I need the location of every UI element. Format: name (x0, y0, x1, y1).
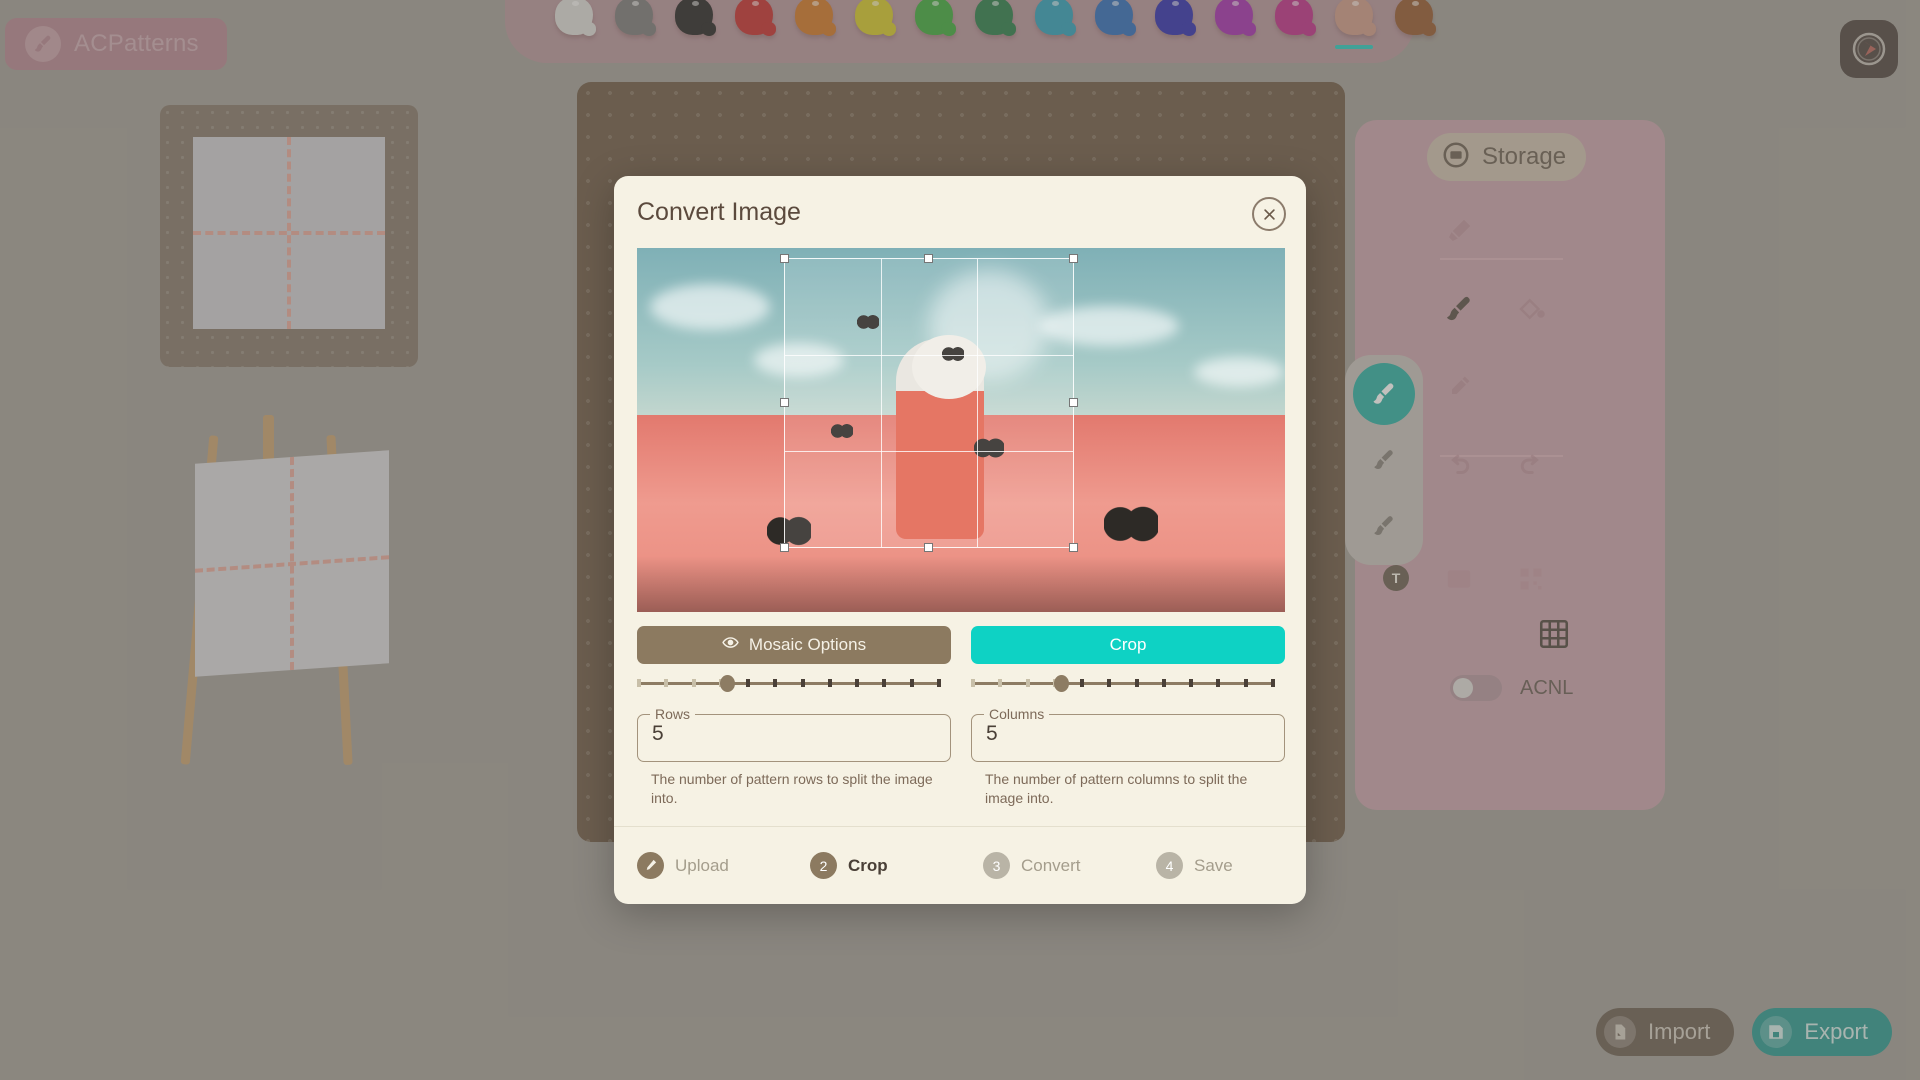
crop-gridline (785, 354, 1073, 356)
eye-icon (722, 634, 739, 656)
image-butterfly (1103, 502, 1158, 545)
slider-track (637, 682, 937, 685)
step-crop-number: 2 (810, 852, 837, 879)
mosaic-options-label: Mosaic Options (748, 635, 867, 654)
step-crop[interactable]: 2 Crop (787, 852, 960, 879)
slider-tick (998, 679, 1003, 687)
step-convert-number: 3 (983, 852, 1010, 879)
crop-handle-ne[interactable] (1069, 254, 1078, 263)
crop-handle-sw[interactable] (780, 543, 789, 552)
slider-thumb[interactable] (1054, 675, 1069, 692)
crop-gridline (976, 259, 978, 547)
crop-button[interactable]: Crop (971, 626, 1285, 664)
slider-tick (1025, 679, 1030, 687)
slider-tick (746, 679, 751, 687)
mosaic-options-button[interactable]: Mosaic Options (637, 626, 951, 664)
crop-handle-se[interactable] (1069, 543, 1078, 552)
slider-tick (773, 679, 778, 687)
slider-tick (855, 679, 860, 687)
slider-tick (882, 679, 887, 687)
crop-handle-nw[interactable] (780, 254, 789, 263)
rows-label: Rows (655, 706, 691, 722)
step-convert-label: Convert (1021, 855, 1081, 875)
slider-tick (691, 679, 696, 687)
crop-handle-w[interactable] (780, 398, 789, 407)
slider-tick (827, 679, 832, 687)
columns-field: Columns (971, 706, 1285, 762)
slider-tick (1271, 679, 1275, 687)
step-upload-label: Upload (675, 855, 729, 875)
slider-tick (1080, 679, 1085, 687)
slider-tick (1216, 679, 1221, 687)
slider-tick (664, 679, 669, 687)
slider-tick (971, 679, 975, 687)
rows-slider[interactable] (637, 672, 941, 694)
step-save[interactable]: 4 Save (1133, 852, 1306, 879)
slider-tick (637, 679, 641, 687)
slider-tick (909, 679, 914, 687)
slider-thumb[interactable] (720, 675, 735, 692)
crop-handle-s[interactable] (924, 543, 933, 552)
step-crop-label: Crop (848, 855, 888, 875)
crop-selection-mask (785, 259, 1073, 547)
step-save-number: 4 (1156, 852, 1183, 879)
convert-image-dialog: Convert Image Mosaic Options Crop Rows 5… (614, 176, 1306, 904)
crop-handle-e[interactable] (1069, 398, 1078, 407)
crop-handle-n[interactable] (924, 254, 933, 263)
pencil-icon (637, 852, 664, 879)
slider-tick (1161, 679, 1166, 687)
slider-track (971, 682, 1271, 685)
crop-button-label: Crop (1109, 635, 1147, 654)
columns-helper-text: The number of pattern columns to split t… (985, 771, 1248, 806)
rows-field: Rows (637, 706, 951, 762)
close-icon[interactable] (1252, 197, 1286, 231)
step-save-label: Save (1194, 855, 1233, 875)
columns-slider[interactable] (971, 672, 1275, 694)
step-convert[interactable]: 3 Convert (960, 852, 1133, 879)
step-upload[interactable]: Upload (614, 852, 787, 879)
slider-tick (1189, 679, 1194, 687)
image-foreground-grass (637, 556, 1285, 612)
columns-input[interactable] (972, 722, 1284, 756)
slider-tick (1107, 679, 1112, 687)
slider-tick (800, 679, 805, 687)
slider-tick (1134, 679, 1139, 687)
wizard-stepper: Upload 2 Crop 3 Convert 4 Save (614, 826, 1306, 904)
slider-tick (1243, 679, 1248, 687)
columns-label: Columns (989, 706, 1045, 722)
rows-input[interactable] (638, 722, 950, 756)
crop-image-preview[interactable] (637, 248, 1285, 612)
crop-gridline (785, 450, 1073, 452)
slider-tick (937, 679, 941, 687)
crop-selection-box[interactable] (780, 254, 1078, 552)
crop-gridline (880, 259, 882, 547)
rows-helper-text: The number of pattern rows to split the … (651, 771, 933, 806)
dialog-title: Convert Image (637, 198, 801, 226)
